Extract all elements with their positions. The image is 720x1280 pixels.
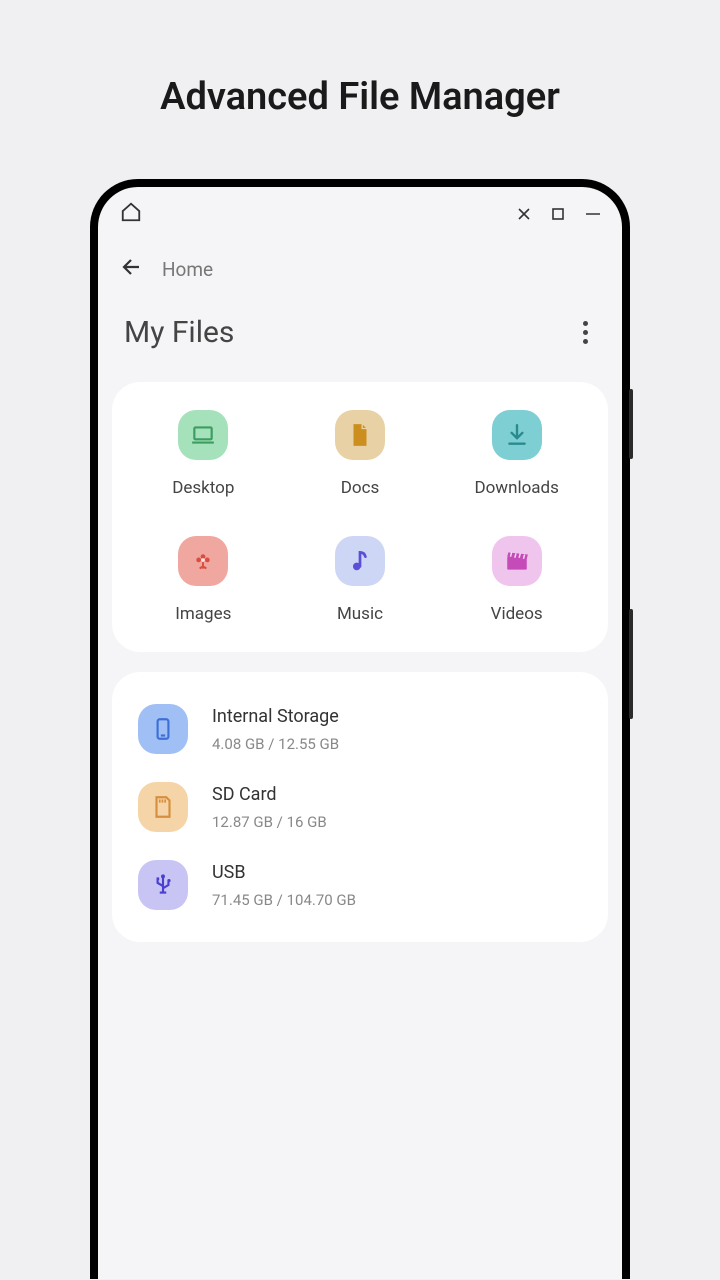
category-label: Desktop — [172, 478, 234, 498]
category-label: Downloads — [474, 478, 558, 498]
back-button[interactable] — [120, 255, 144, 283]
window-controls — [518, 205, 600, 224]
usb-icon — [138, 860, 188, 910]
storage-card: Internal Storage 4.08 GB / 12.55 GB SD C… — [112, 672, 608, 942]
storage-name: USB — [212, 862, 356, 883]
side-button — [629, 609, 633, 719]
storage-size: 4.08 GB / 12.55 GB — [212, 735, 339, 753]
storage-item-sd-card[interactable]: SD Card 12.87 GB / 16 GB — [138, 782, 582, 832]
storage-size: 71.45 GB / 104.70 GB — [212, 891, 356, 909]
category-label: Docs — [341, 478, 380, 498]
storage-info: USB 71.45 GB / 104.70 GB — [212, 862, 356, 909]
category-downloads[interactable]: Downloads — [443, 410, 590, 498]
breadcrumb: Home — [162, 258, 213, 281]
note-icon — [335, 536, 385, 586]
category-label: Videos — [491, 604, 543, 624]
categories-card: Desktop Docs Downloads Images Music Vide… — [112, 382, 608, 652]
category-label: Images — [175, 604, 231, 624]
download-icon — [492, 410, 542, 460]
storage-name: Internal Storage — [212, 706, 339, 727]
side-button — [629, 389, 633, 459]
category-music[interactable]: Music — [287, 536, 434, 624]
section-title: My Files — [124, 315, 234, 350]
category-desktop[interactable]: Desktop — [130, 410, 277, 498]
page-title: Advanced File Manager — [0, 0, 720, 179]
phone-icon — [138, 704, 188, 754]
minimize-icon[interactable] — [586, 205, 600, 224]
category-videos[interactable]: Videos — [443, 536, 590, 624]
maximize-icon[interactable] — [552, 205, 564, 224]
category-label: Music — [337, 604, 383, 624]
flower-icon — [178, 536, 228, 586]
laptop-icon — [178, 410, 228, 460]
storage-size: 12.87 GB / 16 GB — [212, 813, 327, 831]
clapper-icon — [492, 536, 542, 586]
status-bar — [98, 187, 622, 235]
phone-screen: Home My Files Desktop Docs Downloads Ima… — [98, 187, 622, 1279]
more-menu-button[interactable] — [575, 313, 596, 352]
storage-name: SD Card — [212, 784, 327, 805]
phone-frame: Home My Files Desktop Docs Downloads Ima… — [90, 179, 630, 1279]
storage-info: Internal Storage 4.08 GB / 12.55 GB — [212, 706, 339, 753]
nav-row: Home — [98, 235, 622, 313]
storage-item-internal-storage[interactable]: Internal Storage 4.08 GB / 12.55 GB — [138, 704, 582, 754]
section-header: My Files — [98, 313, 622, 382]
sdcard-icon — [138, 782, 188, 832]
close-icon[interactable] — [518, 205, 530, 224]
category-docs[interactable]: Docs — [287, 410, 434, 498]
storage-info: SD Card 12.87 GB / 16 GB — [212, 784, 327, 831]
storage-item-usb[interactable]: USB 71.45 GB / 104.70 GB — [138, 860, 582, 910]
home-icon[interactable] — [120, 201, 142, 227]
document-icon — [335, 410, 385, 460]
category-images[interactable]: Images — [130, 536, 277, 624]
